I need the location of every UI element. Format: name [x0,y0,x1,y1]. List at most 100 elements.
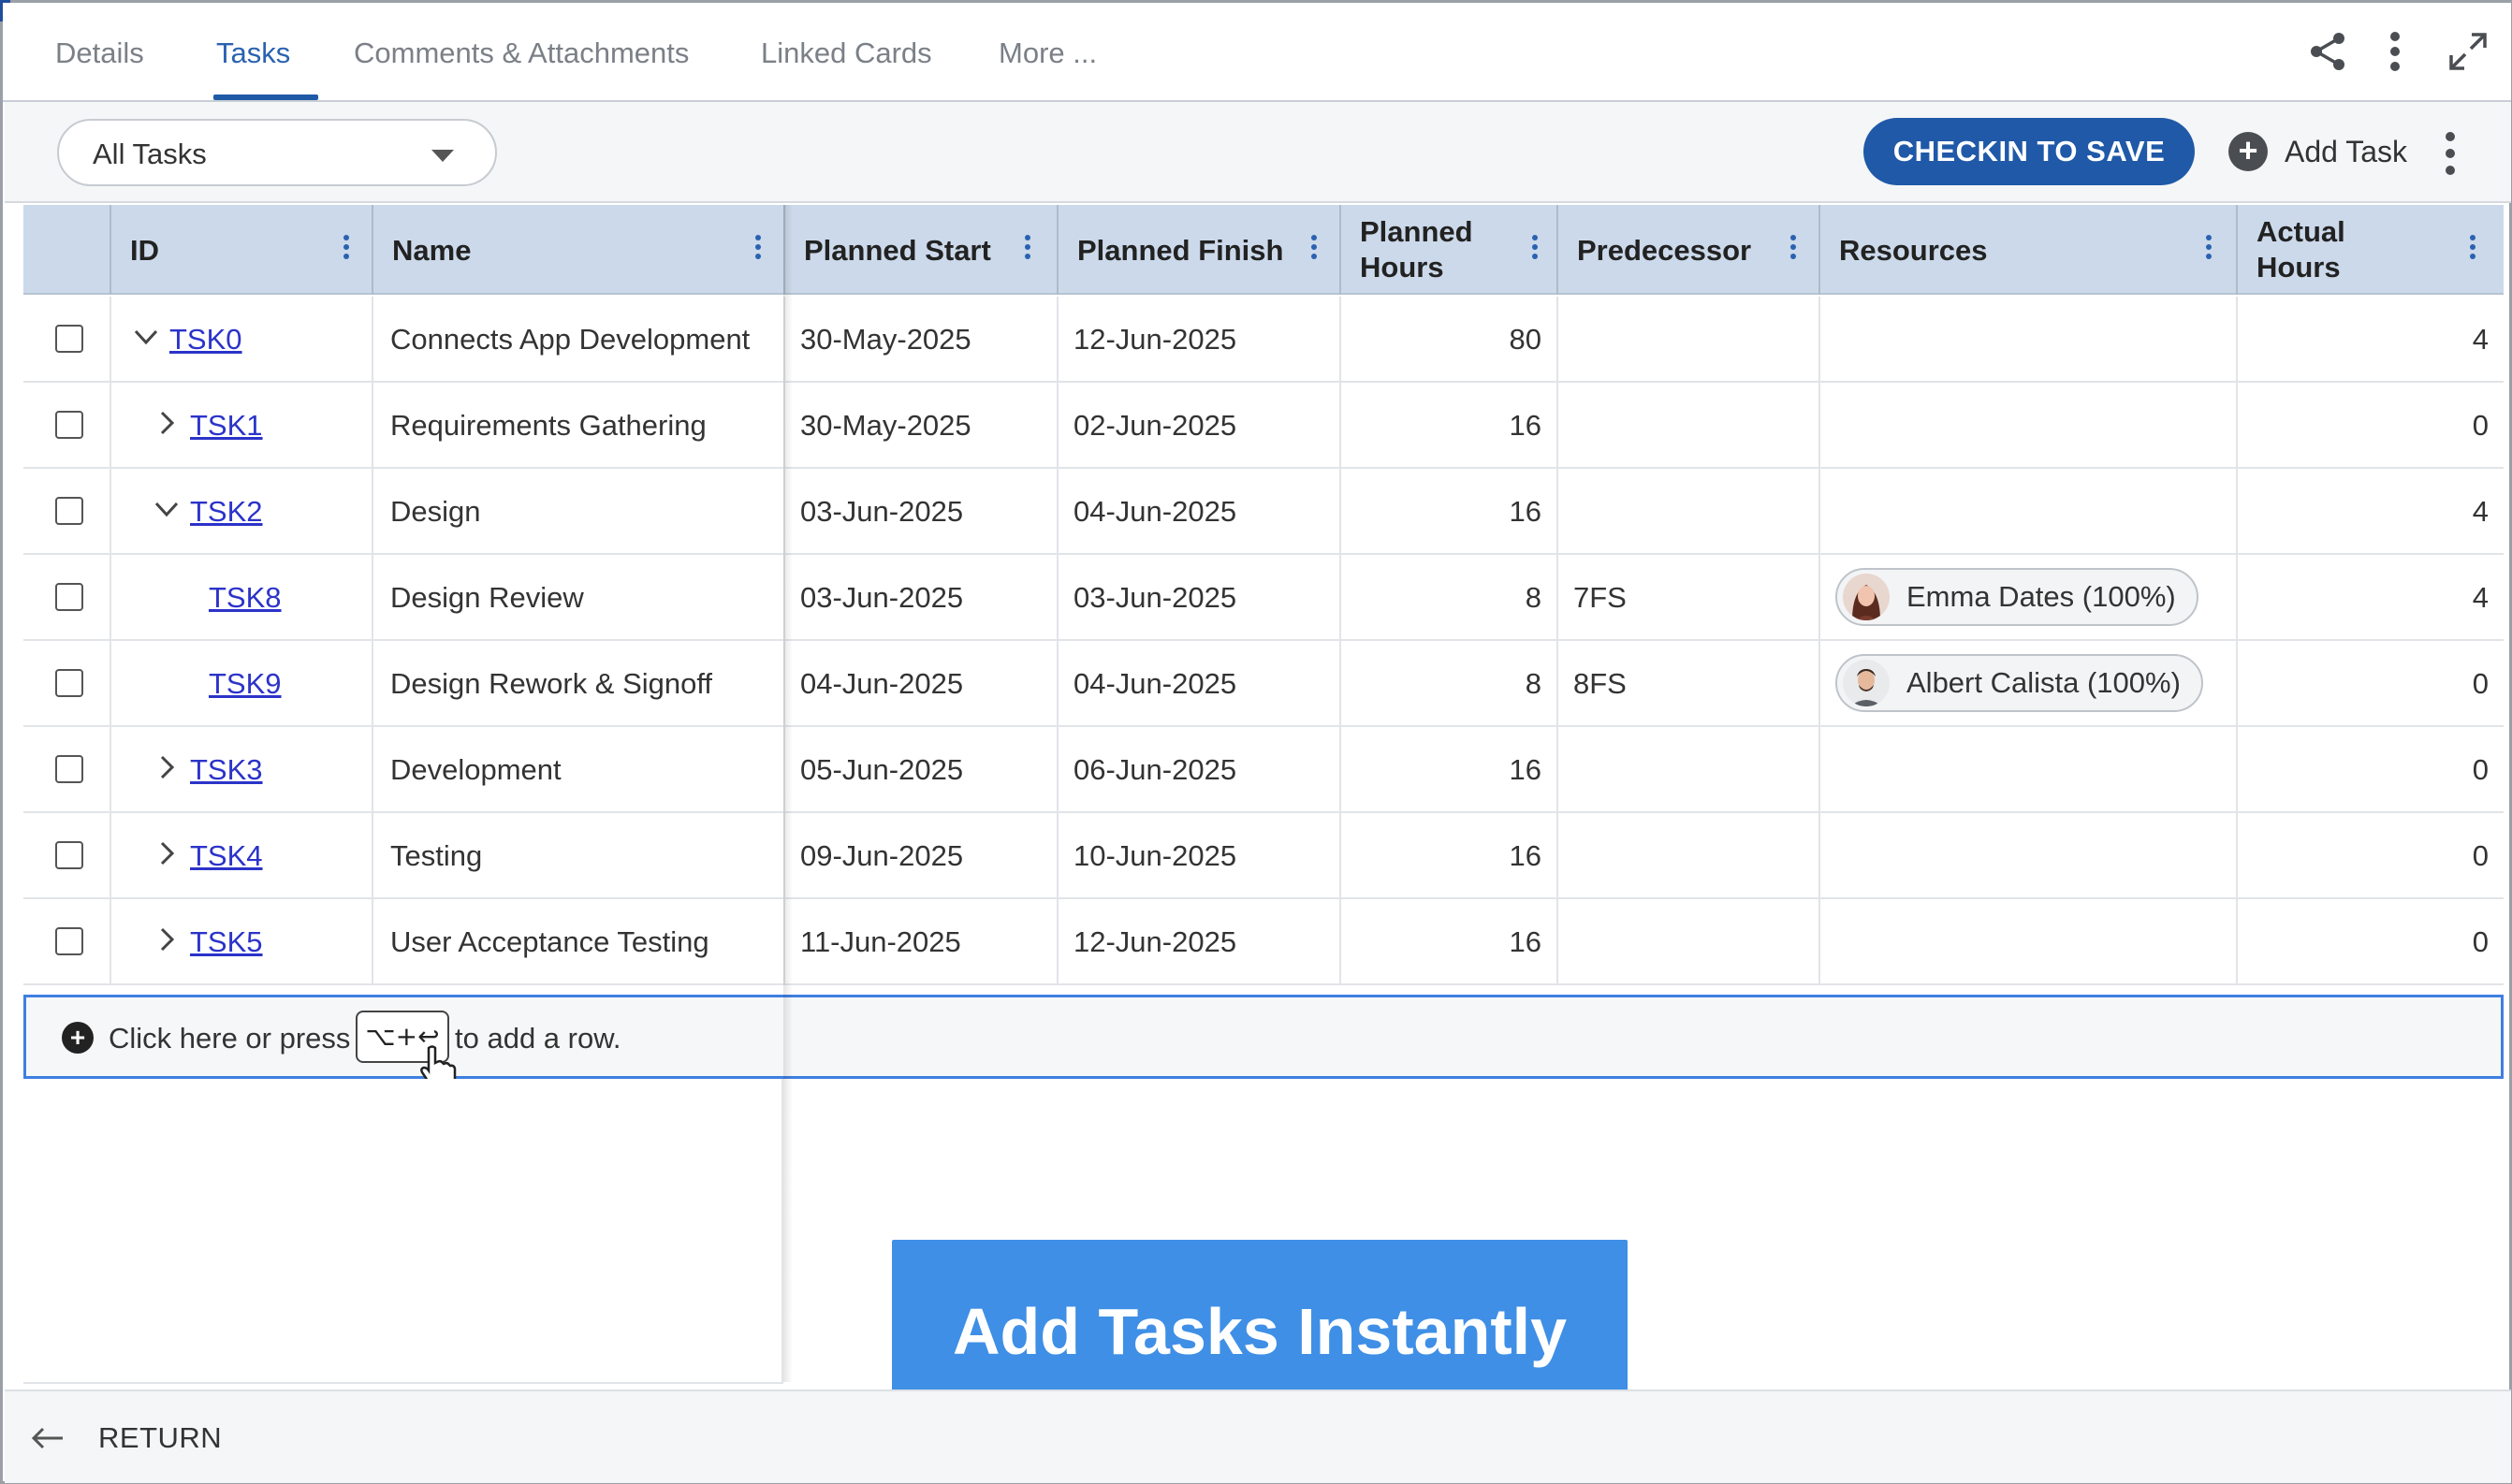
cell-name[interactable]: User Acceptance Testing [373,899,785,983]
chevron-right-icon[interactable] [153,839,181,867]
task-id-link[interactable]: TSK9 [209,667,282,701]
row-checkbox[interactable] [55,755,83,783]
chevron-right-icon[interactable] [153,925,181,953]
cell-actual[interactable]: 0 [2238,813,2504,897]
cell-id[interactable]: TSK1 [111,383,373,467]
cell-resource[interactable] [1820,813,2238,897]
cell-finish[interactable]: 04-Jun-2025 [1059,641,1341,725]
cell-pred[interactable] [1558,297,1820,381]
task-id-link[interactable]: TSK1 [190,409,263,443]
table-row[interactable]: TSK1 Requirements Gathering 30-May-2025 02-… [23,383,2504,469]
chevron-right-icon[interactable] [153,409,181,437]
column-menu-icon[interactable] [1530,235,1540,263]
table-row[interactable]: TSK2 Design 03-Jun-2025 04-Jun-2025 16 4 [23,469,2504,555]
task-id-link[interactable]: TSK3 [190,753,263,787]
task-id-link[interactable]: TSK5 [190,925,263,959]
table-row[interactable]: TSK4 Testing 09-Jun-2025 10-Jun-2025 16 0 [23,813,2504,899]
cell-pred[interactable]: 8FS [1558,641,1820,725]
cell-sel[interactable] [23,297,111,381]
cell-name[interactable]: Design Review [373,555,785,639]
cell-id[interactable]: TSK4 [111,813,373,897]
table-row[interactable]: TSK0 Connects App Development 30-May-2025 1… [23,297,2504,383]
column-menu-icon[interactable] [2468,235,2477,263]
toolbar-more-icon[interactable] [2438,130,2462,177]
column-menu-icon[interactable] [342,235,351,263]
cell-actual[interactable]: 4 [2238,555,2504,639]
cell-actual[interactable]: 0 [2238,641,2504,725]
cell-start[interactable]: 09-Jun-2025 [785,813,1059,897]
cell-id[interactable]: TSK9 [111,641,373,725]
cell-finish[interactable]: 02-Jun-2025 [1059,383,1341,467]
add-row-bar[interactable]: + Click here or press ⌥+↩ to add a row. [23,995,2504,1091]
row-checkbox[interactable] [55,927,83,955]
cell-resource[interactable] [1820,297,2238,381]
cell-name[interactable]: Connects App Development [373,297,785,381]
task-id-link[interactable]: TSK4 [190,839,263,873]
cell-planned[interactable]: 16 [1341,727,1558,811]
cell-sel[interactable] [23,813,111,897]
cell-actual[interactable]: 4 [2238,469,2504,553]
cell-id[interactable]: TSK0 [111,297,373,381]
cell-planned[interactable]: 16 [1341,383,1558,467]
header-planned-start[interactable]: Planned Start [785,205,1059,295]
cell-id[interactable]: TSK3 [111,727,373,811]
cell-finish[interactable]: 12-Jun-2025 [1059,297,1341,381]
column-menu-icon[interactable] [1309,235,1319,263]
table-row[interactable]: TSK5 User Acceptance Testing 11-Jun-2025 12… [23,899,2504,985]
row-checkbox[interactable] [55,411,83,439]
cell-name[interactable]: Testing [373,813,785,897]
row-checkbox[interactable] [55,583,83,611]
resource-chip[interactable]: Emma Dates (100%) [1835,568,2198,626]
cell-finish[interactable]: 12-Jun-2025 [1059,899,1341,983]
row-checkbox[interactable] [55,325,83,353]
cell-pred[interactable] [1558,813,1820,897]
cell-start[interactable]: 30-May-2025 [785,383,1059,467]
row-checkbox[interactable] [55,497,83,525]
cell-start[interactable]: 05-Jun-2025 [785,727,1059,811]
cell-sel[interactable] [23,469,111,553]
cell-planned[interactable]: 16 [1341,469,1558,553]
cell-sel[interactable] [23,727,111,811]
table-row[interactable]: TSK3 Development 05-Jun-2025 06-Jun-2025 16 0 [23,727,2504,813]
cell-id[interactable]: TSK2 [111,469,373,553]
checkin-to-save-button[interactable]: CHECKIN TO SAVE [1863,118,2195,185]
expand-icon[interactable] [2446,29,2490,74]
tab-comments-attachments[interactable]: Comments & Attachments [354,36,689,70]
cell-sel[interactable] [23,555,111,639]
cell-resource[interactable] [1820,899,2238,983]
header-actual-hours[interactable]: Actual Hours [2238,205,2504,295]
tab-more[interactable]: More ... [999,36,1097,70]
column-menu-icon[interactable] [2204,235,2213,263]
plus-circle-icon[interactable]: + [62,1022,94,1054]
return-button[interactable]: RETURN [31,1419,222,1457]
tab-tasks[interactable]: Tasks [216,36,290,70]
column-menu-icon[interactable] [1789,235,1798,263]
header-planned-hours[interactable]: Planned Hours [1341,205,1558,295]
column-menu-icon[interactable] [753,235,763,263]
cell-finish[interactable]: 03-Jun-2025 [1059,555,1341,639]
cell-planned[interactable]: 8 [1341,555,1558,639]
table-row[interactable]: TSK9 Design Rework & Signoff 04-Jun-2025 04… [23,641,2504,727]
cell-planned[interactable]: 16 [1341,899,1558,983]
chevron-right-icon[interactable] [153,753,181,781]
cell-resource[interactable] [1820,727,2238,811]
header-predecessor[interactable]: Predecessor [1558,205,1820,295]
cell-id[interactable]: TSK8 [111,555,373,639]
cell-sel[interactable] [23,383,111,467]
cell-sel[interactable] [23,641,111,725]
cell-actual[interactable]: 0 [2238,727,2504,811]
row-checkbox[interactable] [55,669,83,697]
column-menu-icon[interactable] [1023,235,1032,263]
header-planned-finish[interactable]: Planned Finish [1059,205,1341,295]
cell-resource[interactable]: Albert Calista (100%) [1820,641,2238,725]
cell-planned[interactable]: 8 [1341,641,1558,725]
cell-start[interactable]: 03-Jun-2025 [785,469,1059,553]
share-icon[interactable] [2305,29,2350,74]
row-checkbox[interactable] [55,841,83,869]
cell-pred[interactable] [1558,383,1820,467]
table-row[interactable]: TSK8 Design Review 03-Jun-2025 03-Jun-2025 8… [23,555,2504,641]
add-task-button[interactable]: + Add Task [2228,130,2407,173]
cell-name[interactable]: Development [373,727,785,811]
cell-pred[interactable] [1558,899,1820,983]
cell-actual[interactable]: 4 [2238,297,2504,381]
